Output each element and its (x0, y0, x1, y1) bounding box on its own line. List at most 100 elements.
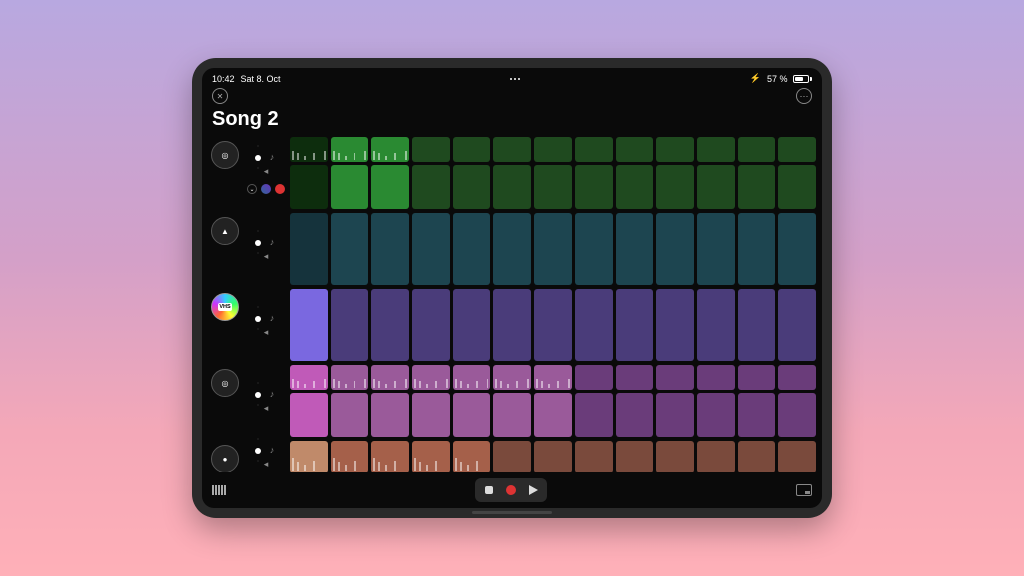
clip-cell[interactable] (656, 393, 694, 437)
clip-cell[interactable] (453, 393, 491, 437)
clip-cell[interactable] (575, 441, 613, 472)
clip-cell[interactable] (738, 393, 776, 437)
clip-cell[interactable] (778, 365, 816, 390)
clip-cell[interactable] (697, 213, 735, 285)
clip-cell[interactable] (575, 165, 613, 209)
headphones-icon[interactable]: ♪ (267, 313, 277, 323)
clip-cell[interactable] (453, 213, 491, 285)
clip-cell[interactable] (656, 213, 694, 285)
clip-cell[interactable] (290, 393, 328, 437)
play-button[interactable] (523, 481, 543, 499)
volume-slider[interactable] (255, 448, 261, 454)
clip-cell[interactable] (534, 137, 572, 162)
clip-cell[interactable] (371, 441, 409, 472)
clip-cell[interactable] (575, 137, 613, 162)
speaker-icon[interactable]: ◂ (261, 403, 271, 413)
clip-cell[interactable] (331, 165, 369, 209)
clip-cell[interactable] (412, 137, 450, 162)
volume-slider[interactable] (255, 316, 261, 322)
clip-cell[interactable] (534, 213, 572, 285)
clip-cell[interactable] (656, 441, 694, 472)
fx-button[interactable] (261, 184, 271, 194)
volume-slider[interactable] (255, 155, 261, 161)
clip-cell[interactable] (697, 365, 735, 390)
clip-cell[interactable] (290, 137, 328, 162)
clip-cell[interactable] (575, 289, 613, 361)
clip-cell[interactable] (331, 137, 369, 162)
clip-cell[interactable] (697, 289, 735, 361)
headphones-icon[interactable]: ♪ (267, 389, 277, 399)
clip-cell[interactable] (493, 365, 531, 390)
clip-cell[interactable] (738, 165, 776, 209)
clip-cell[interactable] (453, 137, 491, 162)
speaker-icon[interactable]: ◂ (261, 166, 271, 176)
clip-cell[interactable] (616, 365, 654, 390)
clip-cell[interactable] (778, 137, 816, 162)
clip-cell[interactable] (453, 289, 491, 361)
clip-cell[interactable] (778, 165, 816, 209)
clip-cell[interactable] (371, 289, 409, 361)
clip-cell[interactable] (331, 365, 369, 390)
expand-button[interactable]: ⌄ (247, 184, 257, 194)
headphones-icon[interactable]: ♪ (267, 445, 277, 455)
clip-cell[interactable] (697, 165, 735, 209)
clip-cell[interactable] (331, 441, 369, 472)
stop-button[interactable] (479, 481, 499, 499)
clip-cell[interactable] (493, 289, 531, 361)
clip-cell[interactable] (778, 289, 816, 361)
clip-cell[interactable] (371, 393, 409, 437)
clip-cell[interactable] (290, 289, 328, 361)
clip-cell[interactable] (453, 441, 491, 472)
app-switcher-icon[interactable] (796, 484, 812, 496)
clip-cell[interactable] (738, 289, 776, 361)
clip-cell[interactable] (534, 289, 572, 361)
clip-cell[interactable] (331, 393, 369, 437)
clip-cell[interactable] (493, 441, 531, 472)
clip-cell[interactable] (778, 441, 816, 472)
clip-cell[interactable] (493, 165, 531, 209)
clip-cell[interactable] (656, 137, 694, 162)
clip-cell[interactable] (412, 393, 450, 437)
clip-cell[interactable] (616, 289, 654, 361)
clip-cell[interactable] (616, 393, 654, 437)
clip-cell[interactable] (534, 165, 572, 209)
record-button[interactable] (501, 481, 521, 499)
clip-cell[interactable] (290, 213, 328, 285)
clip-cell[interactable] (778, 213, 816, 285)
clip-cell[interactable] (656, 165, 694, 209)
clip-cell[interactable] (616, 165, 654, 209)
clip-cell[interactable] (616, 441, 654, 472)
clip-cell[interactable] (656, 289, 694, 361)
clip-cell[interactable] (534, 441, 572, 472)
headphones-icon[interactable]: ♪ (267, 152, 277, 162)
clip-cell[interactable] (616, 137, 654, 162)
clip-cell[interactable] (290, 165, 328, 209)
instrument-synth-1[interactable]: ◎ (211, 141, 239, 169)
clip-cell[interactable] (738, 441, 776, 472)
clip-cell[interactable] (371, 365, 409, 390)
clip-cell[interactable] (738, 137, 776, 162)
clip-cell[interactable] (493, 213, 531, 285)
more-button[interactable]: ⋯ (796, 88, 812, 104)
clip-cell[interactable] (575, 365, 613, 390)
speaker-icon[interactable]: ◂ (261, 459, 271, 469)
clip-cell[interactable] (412, 441, 450, 472)
instrument-lead[interactable]: ▲ (211, 217, 239, 245)
clip-cell[interactable] (534, 393, 572, 437)
clip-cell[interactable] (412, 213, 450, 285)
volume-slider[interactable] (255, 392, 261, 398)
clip-cell[interactable] (412, 365, 450, 390)
clip-cell[interactable] (534, 365, 572, 390)
volume-slider[interactable] (255, 240, 261, 246)
clip-cell[interactable] (697, 393, 735, 437)
clip-cell[interactable] (575, 393, 613, 437)
headphones-icon[interactable]: ♪ (267, 237, 277, 247)
clip-cell[interactable] (453, 165, 491, 209)
clip-cell[interactable] (290, 365, 328, 390)
clip-cell[interactable] (738, 365, 776, 390)
clip-cell[interactable] (331, 289, 369, 361)
clip-cell[interactable] (412, 289, 450, 361)
instrument-vhs[interactable]: VHS (211, 293, 239, 321)
clip-cell[interactable] (697, 441, 735, 472)
clip-cell[interactable] (493, 393, 531, 437)
